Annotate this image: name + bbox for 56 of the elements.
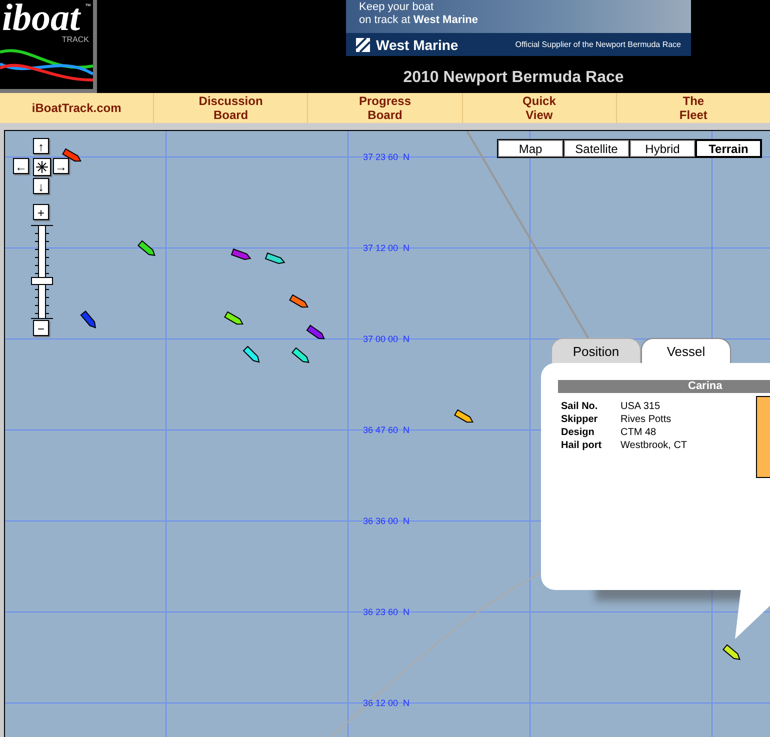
- boat-marker[interactable]: [291, 347, 310, 364]
- boat-marker[interactable]: [306, 324, 325, 340]
- boat-marker[interactable]: [230, 248, 252, 260]
- race-title: 2010 Newport Bermuda Race: [403, 69, 624, 87]
- latitude-label: 36 23 60 N: [363, 607, 410, 617]
- detail-value: CTM 48: [620, 427, 658, 438]
- map-type-tab[interactable]: Terrain: [696, 140, 761, 157]
- latitude-label: 37 00 00 N: [363, 334, 410, 344]
- ad-tagline: Official Supplier of the Newport Bermuda Race: [515, 40, 681, 49]
- detail-value: USA 315: [620, 401, 662, 412]
- pan-left-button[interactable]: ←: [13, 158, 29, 174]
- detail-label: Sail No.: [561, 401, 599, 412]
- map-view[interactable]: [4, 130, 770, 737]
- nav-link[interactable]: Quick View: [462, 93, 617, 123]
- map-type-tab[interactable]: Hybrid: [630, 140, 695, 157]
- ad-banner[interactable]: Keep your boat on track at West Marine West Marine Official Supplier of the Newport Bermuda Race: [346, 0, 691, 56]
- pan-right-button[interactable]: →: [53, 158, 69, 174]
- latitude-label: 36 36 00 N: [363, 516, 410, 526]
- detail-label: Skipper: [561, 414, 599, 425]
- ad-brand: West Marine: [376, 36, 458, 52]
- vessel-name: Carina: [558, 380, 770, 393]
- nav-link[interactable]: The Fleet: [616, 93, 770, 123]
- latitude-label: 37 12 00 N: [363, 243, 410, 253]
- detail-value: Westbrook, CT: [620, 440, 688, 451]
- detail-value: Rives Potts: [620, 414, 672, 425]
- boat-marker[interactable]: [242, 346, 260, 363]
- popup-tab[interactable]: Position: [551, 338, 641, 363]
- boat-marker[interactable]: [62, 148, 82, 162]
- latitude-label: 36 12 00 N: [363, 698, 410, 708]
- nav-link[interactable]: Discussion Board: [154, 93, 308, 123]
- detail-label: Hail port: [561, 440, 603, 451]
- map-type-tab[interactable]: Map: [498, 140, 563, 157]
- boat-marker[interactable]: [264, 252, 286, 264]
- boat-marker[interactable]: [722, 644, 740, 660]
- boat-marker[interactable]: [454, 409, 474, 423]
- boat-marker[interactable]: [224, 311, 244, 325]
- zoom-out-button[interactable]: −: [33, 320, 49, 336]
- latitude-label: 37 23 60 N: [363, 152, 410, 162]
- zoom-in-button[interactable]: +: [33, 204, 49, 220]
- nav-link[interactable]: iBoatTrack.com: [0, 93, 154, 123]
- detail-label: Design: [561, 427, 596, 438]
- logo-subtitle: TRACK: [62, 35, 89, 44]
- boat-marker[interactable]: [289, 294, 308, 308]
- ad-text: on track at West Marine: [359, 14, 480, 27]
- pan-up-button[interactable]: ↑: [33, 138, 49, 154]
- nav-link[interactable]: Progress Board: [308, 93, 463, 123]
- ad-text: Keep your boat: [359, 1, 435, 14]
- popup-tab[interactable]: Vessel: [641, 338, 731, 363]
- boat-marker[interactable]: [137, 240, 156, 256]
- pan-down-button[interactable]: ↓: [33, 178, 49, 194]
- slider-thumb[interactable]: [31, 277, 53, 285]
- center-icon[interactable]: [33, 158, 51, 176]
- latitude-label: 36 47 60 N: [363, 425, 410, 435]
- stripes-icon: [356, 38, 370, 52]
- boat-marker[interactable]: [80, 310, 96, 328]
- map-type-tab[interactable]: Satellite: [564, 140, 629, 157]
